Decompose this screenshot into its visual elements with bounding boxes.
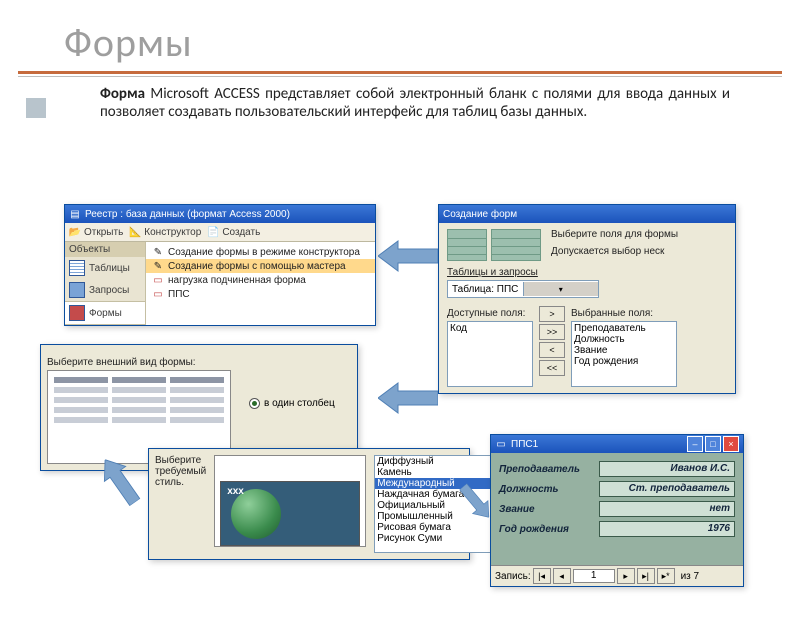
form-icon: ▭ (152, 274, 164, 286)
forms-icon (69, 305, 85, 321)
minimize-button[interactable]: – (687, 436, 703, 452)
registry-titlebar: ▤ Реестр : база данных (формат Access 20… (65, 205, 375, 223)
wizard-preview-icon (447, 229, 487, 261)
ruler-icon: 📐 (129, 226, 141, 238)
table-combo[interactable]: Таблица: ППС ▾ (447, 280, 599, 298)
move-left-button[interactable]: < (539, 342, 565, 358)
form-field[interactable]: 1976 (599, 521, 735, 537)
form-field[interactable]: Иванов И.С. (599, 461, 735, 477)
wizard-hint: Допускается выбор неск (551, 246, 727, 257)
wizard-hint: Выберите поля для формы (551, 229, 727, 240)
arrow-icon (378, 236, 438, 276)
style-preview: xxx (214, 455, 366, 547)
open-icon: 📂 (69, 226, 81, 238)
wizard-icon: ✎ (152, 246, 164, 258)
form-field[interactable]: Ст. преподаватель (599, 481, 735, 497)
form-row: ПреподавательИванов И.С. (499, 461, 735, 477)
first-button[interactable]: |◂ (533, 568, 551, 584)
wizard-titlebar: Создание форм (439, 205, 735, 223)
form-row: ДолжностьСт. преподаватель (499, 481, 735, 497)
tables-icon (69, 260, 85, 276)
create-button[interactable]: 📄 Создать (207, 226, 260, 238)
radio-icon (249, 398, 260, 409)
object-sidebar: Объекты Таблицы Запросы Формы (65, 242, 146, 325)
record-number[interactable]: 1 (573, 569, 615, 583)
db-icon: ▤ (69, 208, 81, 220)
nav-of: из 7 (681, 571, 700, 582)
form-titlebar: ▭ ППС1 – □ × (491, 435, 743, 453)
open-button[interactable]: 📂 Открыть (69, 226, 123, 238)
selected-fields[interactable]: Преподаватель Должность Звание Год рожде… (571, 321, 677, 387)
design-button[interactable]: 📐 Конструктор (129, 226, 201, 238)
sidebar-forms[interactable]: Формы (65, 301, 145, 325)
registry-title: Реестр : база данных (формат Access 2000… (85, 209, 290, 220)
form-row: Год рождения1976 (499, 521, 735, 537)
form-body: ПреподавательИванов И.С. ДолжностьСт. пр… (491, 453, 743, 565)
form-icon: ▭ (495, 438, 507, 450)
chevron-down-icon[interactable]: ▾ (523, 282, 599, 296)
nav-label: Запись: (495, 571, 531, 582)
list-item[interactable]: ✎Создание формы в режиме конструктора (146, 245, 375, 259)
tables-label: Таблицы и запросы (447, 267, 727, 278)
last-button[interactable]: ▸| (637, 568, 655, 584)
form-row: Званиенет (499, 501, 735, 517)
combo-value: Таблица: ППС (448, 284, 523, 295)
new-record-button[interactable]: ▸* (657, 568, 675, 584)
preview-label: xxx (227, 486, 244, 497)
form-title: ППС1 (511, 439, 538, 450)
available-label: Доступные поля: (447, 308, 533, 319)
move-all-left-button[interactable]: << (539, 360, 565, 376)
wizard-icon: ✎ (152, 260, 164, 272)
list-item[interactable]: ▭ППС (146, 287, 375, 301)
list-item[interactable]: ▭нагрузка подчиненная форма (146, 273, 375, 287)
maximize-button[interactable]: □ (705, 436, 721, 452)
sidebar-tables[interactable]: Таблицы (65, 257, 145, 279)
form-field[interactable]: нет (599, 501, 735, 517)
available-fields[interactable]: Код (447, 321, 533, 387)
sidebar-queries[interactable]: Запросы (65, 279, 145, 301)
close-button[interactable]: × (723, 436, 739, 452)
style-prompt: Выберите требуемый стиль. (155, 455, 206, 551)
move-all-right-button[interactable]: >> (539, 324, 565, 340)
record-navigator: Запись: |◂ ◂ 1 ▸ ▸| ▸* из 7 (491, 565, 743, 586)
prev-button[interactable]: ◂ (553, 568, 571, 584)
next-button[interactable]: ▸ (617, 568, 635, 584)
new-icon: 📄 (207, 226, 219, 238)
move-right-button[interactable]: > (539, 306, 565, 322)
layout-option[interactable]: в один столбец (249, 398, 335, 409)
queries-icon (69, 282, 85, 298)
arrow-icon (378, 378, 438, 418)
object-list: ✎Создание формы в режиме конструктора ✎С… (146, 242, 375, 325)
form-icon: ▭ (152, 288, 164, 300)
list-item[interactable]: ✎Создание формы с помощью мастера (146, 259, 375, 273)
wizard-preview-icon (491, 229, 541, 261)
sidebar-header: Объекты (65, 242, 145, 257)
wizard-title: Создание форм (443, 209, 517, 220)
layout-prompt: Выберите внешний вид формы: (47, 357, 351, 368)
selected-label: Выбранные поля: (571, 308, 677, 319)
registry-toolbar: 📂 Открыть 📐 Конструктор 📄 Создать (65, 223, 375, 242)
